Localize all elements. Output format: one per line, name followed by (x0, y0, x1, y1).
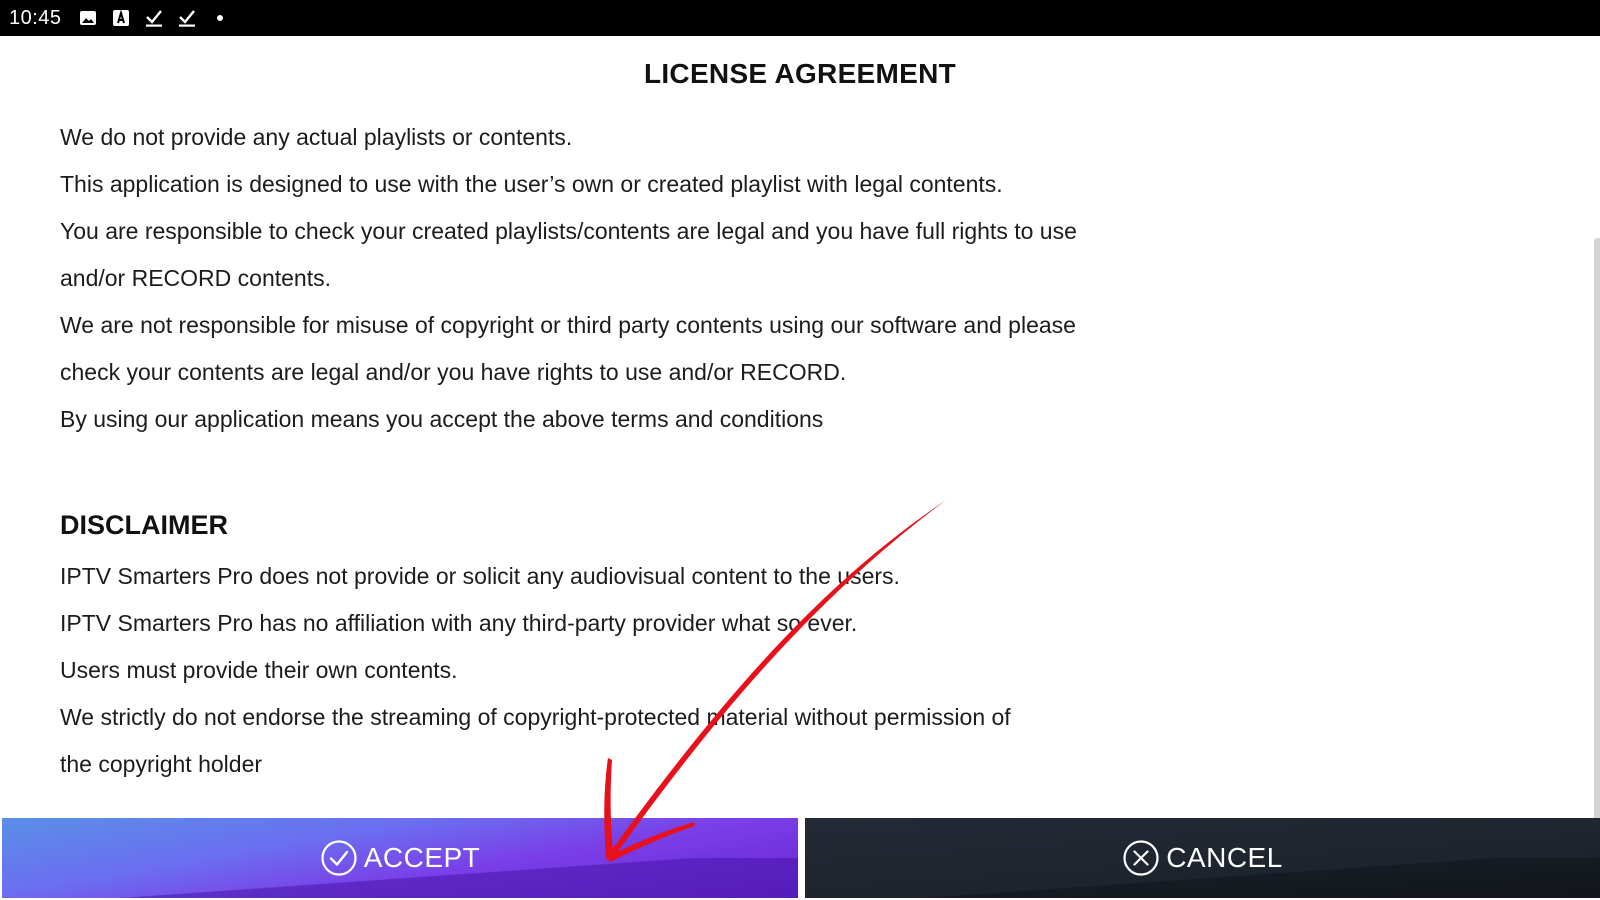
page-title: LICENSE AGREEMENT (643, 58, 957, 89)
disclaimer-paragraph: the copyright holder (60, 751, 263, 777)
close-circle-icon (1122, 839, 1160, 877)
disclaimer-paragraph: IPTV Smarters Pro does not provide or so… (60, 563, 900, 589)
disclaimer-heading: DISCLAIMER (60, 510, 228, 540)
license-paragraph: This application is designed to use with… (60, 171, 1003, 197)
cancel-button[interactable]: CANCEL (805, 818, 1600, 898)
status-time: 10:45 (9, 6, 62, 29)
disclaimer-paragraph: IPTV Smarters Pro has no affiliation wit… (60, 610, 858, 636)
check-circle-icon (320, 839, 358, 877)
cancel-label: CANCEL (1166, 842, 1283, 873)
check-download-icon (177, 8, 197, 28)
license-paragraph: check your contents are legal and/or you… (60, 359, 847, 385)
license-paragraph: We are not responsible for misuse of cop… (60, 312, 1076, 338)
accept-label: ACCEPT (363, 842, 481, 873)
disclaimer-paragraph: We strictly do not endorse the streaming… (60, 704, 1011, 730)
disclaimer-paragraph: Users must provide their own contents. (60, 657, 458, 683)
check-download-icon (144, 8, 164, 28)
status-bar: 10:45 (0, 0, 1600, 36)
dot-icon (210, 8, 230, 28)
license-paragraph: You are responsible to check your create… (60, 218, 1077, 244)
scrollbar[interactable] (1594, 238, 1600, 820)
license-paragraph: By using our application means you accep… (60, 406, 824, 432)
license-paragraph: and/or RECORD contents. (60, 265, 332, 291)
font-download-icon (111, 8, 131, 28)
accept-button[interactable]: ACCEPT (2, 818, 798, 898)
image-icon (78, 8, 98, 28)
license-paragraph: We do not provide any actual playlists o… (60, 124, 573, 150)
license-content: LICENSE AGREEMENT We do not provide any … (0, 36, 1600, 818)
